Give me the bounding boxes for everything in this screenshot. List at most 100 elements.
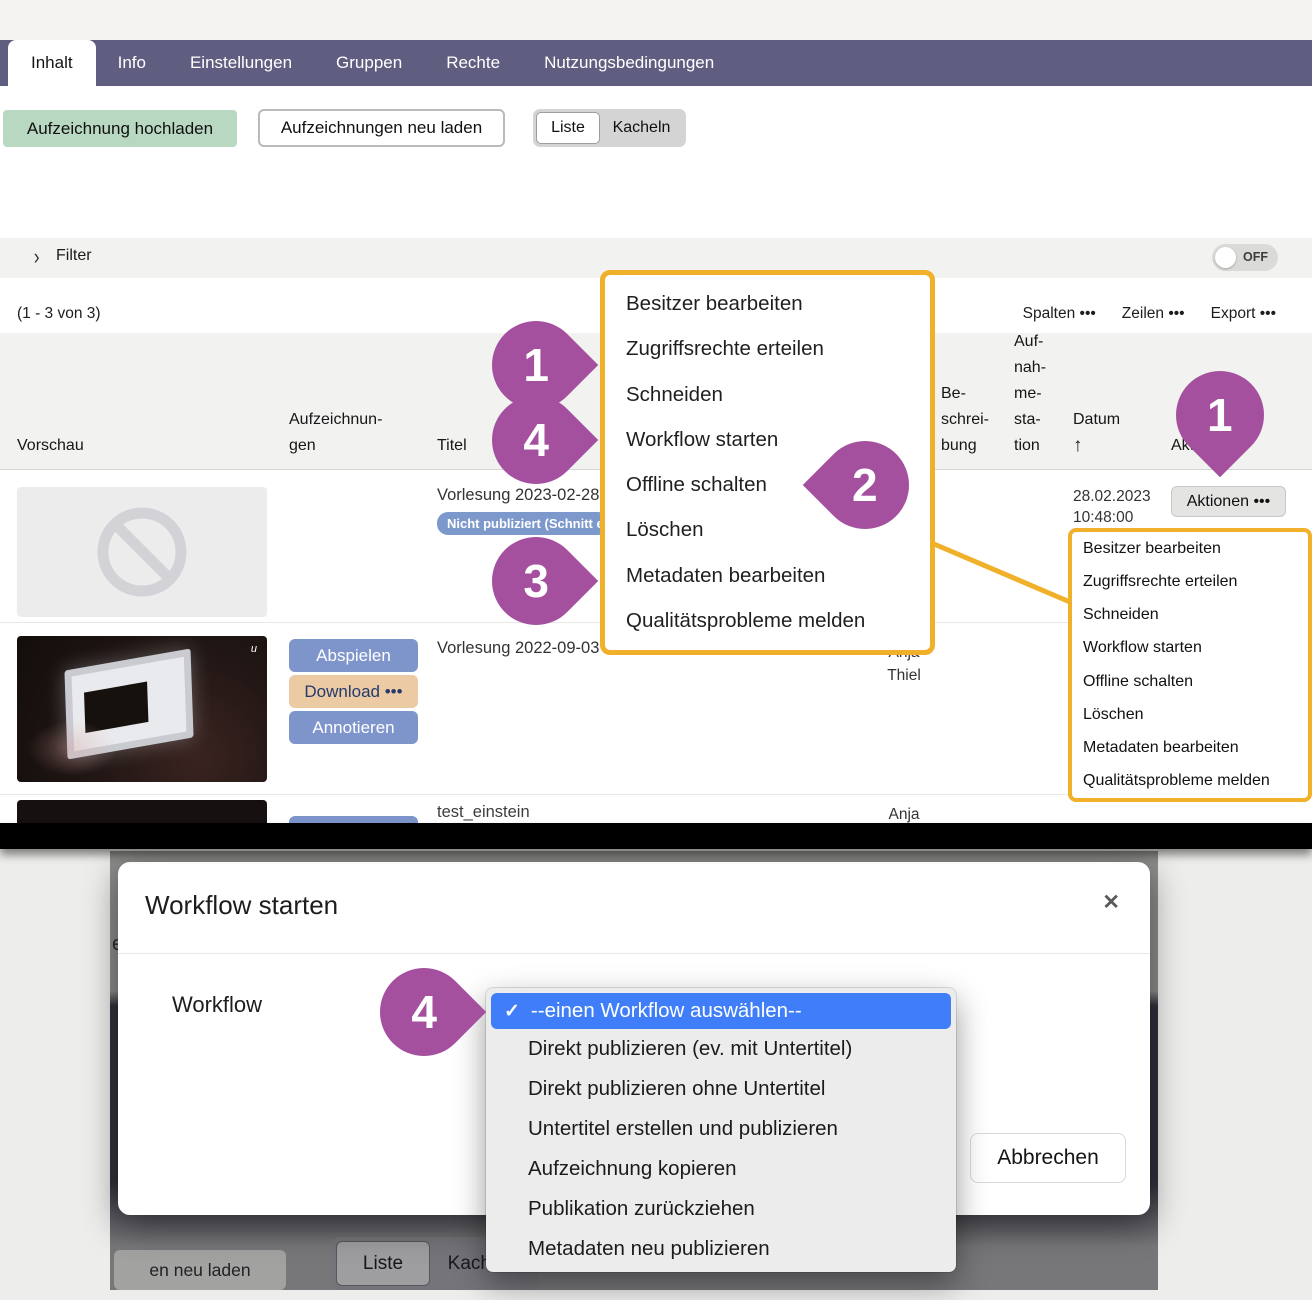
toggle-state-label: OFF bbox=[1243, 244, 1268, 271]
menu-item-zugriffsrechte-erteilen[interactable]: Zugriffsrechte erteilen bbox=[626, 337, 909, 361]
download-button[interactable]: Download ••• bbox=[289, 675, 418, 708]
workflow-option[interactable]: Publikation zurückziehen bbox=[486, 1189, 956, 1229]
page-top-strip bbox=[0, 0, 1312, 40]
tab-inhalt[interactable]: Inhalt bbox=[8, 40, 96, 86]
annotate-button[interactable]: Annotieren bbox=[289, 711, 418, 744]
columns-menu-button[interactable]: Spalten ••• bbox=[1023, 305, 1096, 323]
column-header-beschreibung: Be- schrei- bung bbox=[941, 381, 989, 459]
thumbnail-video-inset bbox=[84, 682, 148, 733]
workflow-select-menu: ✓ --einen Workflow auswählen-- Direkt pu… bbox=[486, 988, 956, 1272]
dimmed-reload-button: en neu laden bbox=[114, 1250, 286, 1290]
menu-item-loeschen[interactable]: Löschen bbox=[1083, 706, 1297, 724]
workflow-option[interactable]: Metadaten neu publizieren bbox=[486, 1229, 956, 1269]
close-icon[interactable]: ✕ bbox=[1102, 890, 1120, 915]
export-menu-button[interactable]: Export ••• bbox=[1211, 305, 1276, 323]
header-line: nah- bbox=[1014, 355, 1046, 381]
menu-item-schneiden[interactable]: Schneiden bbox=[1083, 606, 1297, 624]
marker-number: 2 bbox=[852, 458, 878, 512]
dimmed-view-list-button: Liste bbox=[336, 1241, 430, 1286]
menu-item-besitzer-bearbeiten[interactable]: Besitzer bearbeiten bbox=[1083, 540, 1297, 558]
screenshot-root: Inhalt Info Einstellungen Gruppen Rechte… bbox=[0, 0, 1312, 1300]
menu-connector-line bbox=[928, 538, 1078, 610]
recording-owner: Anja bbox=[876, 803, 932, 823]
workflow-option[interactable]: Direkt publizieren ohne Untertitel bbox=[486, 1069, 956, 1109]
workflow-field-label: Workflow bbox=[172, 992, 262, 1018]
tab-rechte[interactable]: Rechte bbox=[424, 40, 522, 86]
check-icon: ✓ bbox=[504, 1000, 520, 1023]
tab-nutzungsbedingungen[interactable]: Nutzungsbedingungen bbox=[522, 40, 736, 86]
header-line: Datum bbox=[1073, 407, 1120, 433]
recording-title: Vorlesung 2022-09-03 bbox=[437, 639, 599, 658]
actions-context-menu: Besitzer bearbeiten Zugriffsrechte ertei… bbox=[1068, 528, 1312, 802]
screenshot-divider bbox=[0, 823, 1312, 849]
workflow-dialog-screenshot: e en neu laden Liste Kacheln Workflow st… bbox=[0, 849, 1312, 1300]
rows-menu-button[interactable]: Zeilen ••• bbox=[1122, 305, 1185, 323]
column-header-aufnahmestation: Auf- nah- me- sta- tion bbox=[1014, 329, 1046, 459]
thumbnail-laptop-shape bbox=[64, 648, 193, 759]
header-line: Be- bbox=[941, 381, 989, 407]
menu-item-qualitaetsprobleme-melden[interactable]: Qualitätsprobleme melden bbox=[1083, 772, 1297, 790]
menu-item-workflow-starten[interactable]: Workflow starten bbox=[1083, 639, 1297, 657]
view-tiles-button[interactable]: Kacheln bbox=[600, 112, 683, 144]
upload-recording-button[interactable]: Aufzeichnung hochladen bbox=[3, 110, 237, 147]
recording-title: test_einstein bbox=[437, 803, 530, 822]
column-header-datum[interactable]: Datum ↑ bbox=[1073, 407, 1120, 459]
header-line: me- bbox=[1014, 381, 1046, 407]
workflow-option[interactable]: Direkt publizieren (ev. mit Untertitel) bbox=[486, 1029, 956, 1069]
empty-preview-placeholder bbox=[17, 487, 267, 617]
marker-number: 1 bbox=[523, 338, 549, 392]
filter-toggle[interactable]: OFF bbox=[1212, 244, 1278, 271]
header-line: bung bbox=[941, 433, 989, 459]
marker-number: 4 bbox=[523, 413, 549, 467]
play-button[interactable]: Abspielen bbox=[289, 639, 418, 672]
reload-recordings-button[interactable]: Aufzeichnungen neu laden bbox=[258, 109, 505, 147]
marker-number: 1 bbox=[1207, 388, 1233, 442]
table-tools: Spalten ••• Zeilen ••• Export ••• bbox=[1023, 305, 1276, 323]
tab-info[interactable]: Info bbox=[96, 40, 168, 86]
menu-item-qualitaetsprobleme-melden[interactable]: Qualitätsprobleme melden bbox=[626, 609, 909, 633]
menu-item-offline-schalten[interactable]: Offline schalten bbox=[1083, 673, 1297, 691]
result-count: (1 - 3 von 3) bbox=[17, 305, 101, 323]
tab-einstellungen[interactable]: Einstellungen bbox=[168, 40, 314, 86]
marker-number: 3 bbox=[523, 554, 549, 608]
no-preview-icon bbox=[17, 487, 267, 617]
main-tab-bar: Inhalt Info Einstellungen Gruppen Rechte… bbox=[0, 40, 1312, 86]
workflow-option[interactable]: Untertitel erstellen und publizieren bbox=[486, 1109, 956, 1149]
row-actions-button[interactable]: Aktionen ••• bbox=[1171, 486, 1286, 517]
menu-item-schneiden[interactable]: Schneiden bbox=[626, 383, 909, 407]
header-line: schrei- bbox=[941, 407, 989, 433]
cancel-button[interactable]: Abbrechen bbox=[970, 1133, 1126, 1183]
view-list-button[interactable]: Liste bbox=[536, 112, 600, 144]
workflow-option-selected[interactable]: ✓ --einen Workflow auswählen-- bbox=[491, 993, 951, 1029]
menu-item-zugriffsrechte-erteilen[interactable]: Zugriffsrechte erteilen bbox=[1083, 573, 1297, 591]
video-thumbnail[interactable]: u bbox=[17, 636, 267, 782]
university-logo: u bbox=[251, 643, 257, 655]
view-switch: Liste Kacheln bbox=[533, 109, 686, 147]
thumbnail-screen bbox=[72, 657, 187, 751]
recordings-page: Inhalt Info Einstellungen Gruppen Rechte… bbox=[0, 0, 1312, 823]
menu-item-besitzer-bearbeiten[interactable]: Besitzer bearbeiten bbox=[626, 292, 909, 316]
dialog-title: Workflow starten bbox=[145, 890, 338, 921]
filter-label[interactable]: Filter bbox=[56, 247, 92, 265]
status-badge: Nicht publiziert (Schnitt erfo bbox=[437, 512, 609, 535]
tab-gruppen[interactable]: Gruppen bbox=[314, 40, 424, 86]
column-header-aufzeichnungen: Aufzeichnun- gen bbox=[289, 407, 382, 459]
recording-title: Vorlesung 2023-02-28 bbox=[437, 486, 599, 505]
play-button[interactable] bbox=[289, 816, 418, 823]
header-line: sta- bbox=[1014, 407, 1046, 433]
owner-line: Thiel bbox=[876, 664, 932, 687]
video-thumbnail[interactable] bbox=[17, 800, 267, 823]
filter-expand-icon[interactable]: › bbox=[34, 244, 40, 270]
workflow-option[interactable]: Aufzeichnung kopieren bbox=[486, 1149, 956, 1189]
sort-ascending-icon[interactable]: ↑ bbox=[1073, 433, 1120, 459]
time-line: 10:48:00 bbox=[1073, 507, 1151, 528]
header-line: Auf- bbox=[1014, 329, 1046, 355]
column-header-vorschau: Vorschau bbox=[17, 433, 84, 459]
date-line: 28.02.2023 bbox=[1073, 486, 1151, 507]
menu-item-metadaten-bearbeiten[interactable]: Metadaten bearbeiten bbox=[626, 564, 909, 588]
header-line: Aufzeichnun- bbox=[289, 407, 382, 433]
selected-option-label: --einen Workflow auswählen-- bbox=[531, 999, 802, 1023]
header-line: gen bbox=[289, 433, 382, 459]
menu-item-metadaten-bearbeiten[interactable]: Metadaten bearbeiten bbox=[1083, 739, 1297, 757]
column-header-titel: Titel bbox=[437, 433, 467, 459]
